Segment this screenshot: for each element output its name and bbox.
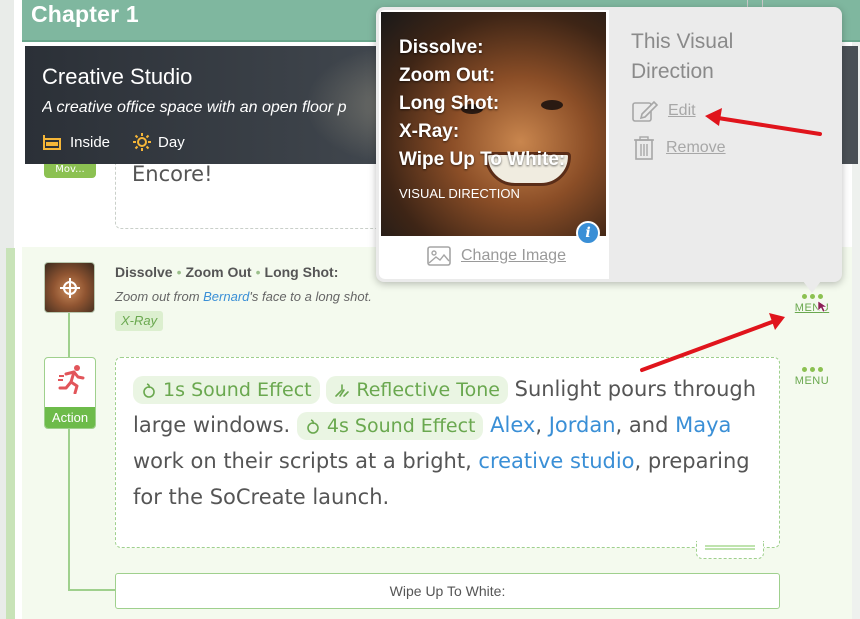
character-link-bernard[interactable]: Bernard — [203, 289, 249, 304]
sound-effect-icon — [143, 383, 155, 398]
menu-label: MENU — [794, 375, 830, 387]
dots-icon — [792, 294, 832, 299]
sun-icon — [133, 133, 152, 151]
vd-desc-after: 's face to a long shot. — [249, 289, 372, 304]
vd-part-dissolve: Dissolve — [115, 264, 173, 280]
left-rail — [0, 0, 22, 619]
previous-item-text: Encore! — [132, 162, 213, 186]
action-type-badge[interactable]: Action — [44, 357, 96, 429]
action-menu-button[interactable]: MENU — [792, 367, 832, 397]
image-label-3: Long Shot: — [399, 93, 500, 114]
separator-dot: • — [255, 264, 261, 280]
left-rail-green — [6, 248, 15, 619]
location-link-creative-studio[interactable]: creative studio — [478, 449, 634, 473]
inside-icon — [43, 135, 61, 150]
scene-description: A creative office space with an open flo… — [42, 99, 347, 116]
scene-time-chip: Day — [132, 132, 185, 152]
image-icon — [427, 246, 451, 266]
sound-effect-label-1: 1s Sound Effect — [163, 379, 312, 401]
music-label: Reflective Tone — [356, 379, 500, 401]
trash-icon — [634, 136, 654, 160]
vd-desc-before: Zoom out from — [115, 289, 204, 304]
vd-part-zoom-out: Zoom Out — [185, 264, 252, 280]
edit-icon — [632, 100, 658, 122]
remove-button[interactable]: Remove — [632, 136, 726, 160]
action-text-box[interactable]: 1s Sound Effect Reflective Tone Sunlight… — [115, 357, 780, 548]
edit-label: Edit — [668, 102, 696, 119]
stream-connector-horizontal — [68, 589, 115, 591]
popup-image-panel: Dissolve: Zoom Out: Long Shot: X-Ray: Wi… — [379, 10, 609, 279]
separator-dot: • — [176, 264, 182, 280]
visual-direction-thumbnail[interactable] — [44, 262, 95, 313]
crosshair-icon — [60, 278, 80, 298]
vd-part-long-shot: Long Shot: — [264, 264, 339, 280]
image-overlay-labels: Dissolve: Zoom Out: Long Shot: X-Ray: Wi… — [399, 34, 565, 174]
popup-title: This Visual Direction — [631, 30, 734, 83]
visual-direction-title[interactable]: Dissolve • Zoom Out • Long Shot: — [115, 264, 338, 280]
character-link-jordan[interactable]: Jordan — [549, 413, 616, 437]
sound-effect-icon — [307, 419, 319, 434]
image-caption: VISUAL DIRECTION — [399, 186, 520, 201]
scene-location-chip: Inside — [42, 133, 110, 151]
popup-pointer — [803, 281, 821, 293]
scene-name: Creative Studio — [42, 64, 193, 89]
info-icon[interactable]: i — [576, 221, 600, 245]
character-link-alex[interactable]: Alex — [490, 413, 535, 437]
music-icon — [335, 384, 350, 397]
change-image-button[interactable]: Change Image — [427, 246, 566, 266]
action-box-resize-handle[interactable] — [696, 541, 764, 559]
visual-direction-popup: Dissolve: Zoom Out: Long Shot: X-Ray: Wi… — [376, 7, 842, 293]
change-image-label: Change Image — [461, 247, 566, 264]
image-label-5: Wipe Up To White: — [399, 149, 566, 170]
stream-connector-vertical — [68, 313, 70, 590]
menu-label: MENU — [794, 302, 830, 314]
action-text-2: work on their scripts at a bright, — [133, 449, 479, 473]
edit-button[interactable]: Edit — [632, 99, 696, 123]
scene-time: Day — [158, 133, 185, 151]
image-label-1: Dissolve: — [399, 37, 484, 58]
visual-direction-menu-button[interactable]: MENU — [792, 294, 832, 324]
sound-effect-label-2: 4s Sound Effect — [326, 415, 476, 437]
sound-effect-tag-1[interactable]: 1s Sound Effect — [133, 376, 320, 404]
image-label-4: X-Ray: — [399, 121, 460, 142]
scene-meta: Inside Day — [42, 132, 185, 152]
action-label: Action — [45, 407, 95, 428]
chapter-title: Chapter 1 — [31, 1, 139, 27]
running-person-icon — [58, 365, 85, 394]
image-label-2: Zoom Out: — [399, 65, 496, 86]
visual-direction-description: Zoom out from Bernard's face to a long s… — [115, 289, 372, 304]
visual-direction-tag-xray[interactable]: X-Ray — [115, 311, 164, 331]
dots-icon — [792, 367, 832, 372]
previous-item-tag: Mov... — [44, 164, 96, 178]
scene-location: Inside — [70, 133, 111, 151]
action-text[interactable]: 1s Sound Effect Reflective Tone Sunlight… — [133, 371, 773, 515]
character-link-maya[interactable]: Maya — [675, 413, 731, 437]
transition-item[interactable]: Wipe Up To White: — [115, 573, 780, 609]
music-tag[interactable]: Reflective Tone — [326, 376, 508, 404]
sound-effect-tag-2[interactable]: 4s Sound Effect — [296, 412, 484, 440]
visual-direction-image: Dissolve: Zoom Out: Long Shot: X-Ray: Wi… — [381, 12, 606, 236]
remove-label: Remove — [666, 139, 726, 156]
